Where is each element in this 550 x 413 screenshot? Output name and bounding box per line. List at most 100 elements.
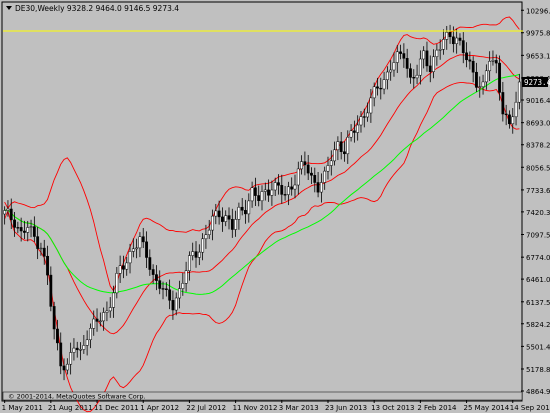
candle-body	[151, 269, 155, 275]
candle-body	[9, 208, 13, 221]
candle-body	[372, 86, 376, 99]
candle-body	[125, 262, 129, 270]
candle-body	[234, 219, 238, 230]
y-tick-label: 7420.3	[526, 209, 550, 217]
candle-body	[290, 186, 294, 190]
candle-body	[95, 318, 99, 322]
copyright-text: © 2001-2014, MetaQuotes Software Corp.	[8, 393, 146, 401]
candle-body	[164, 288, 168, 290]
candle-body	[428, 65, 432, 72]
candle-body	[59, 342, 63, 367]
candle-body	[145, 241, 148, 258]
candle-body	[158, 280, 162, 289]
candle-body	[26, 227, 30, 233]
candle-body	[257, 195, 261, 201]
candle-body	[260, 191, 264, 202]
candle-body	[247, 200, 251, 215]
candle-body	[98, 320, 102, 322]
candle-body	[448, 31, 452, 38]
candle-body	[36, 236, 40, 249]
x-tick-label: 1 May 2011	[2, 404, 43, 412]
price-chart[interactable]: 10296.59975.89653.19330.49016.48693.0837…	[0, 0, 550, 413]
candle-body	[65, 363, 69, 371]
x-tick-label: 13 Oct 2013	[371, 404, 414, 412]
y-tick-label: 6137.5	[526, 299, 550, 307]
candle-body	[465, 52, 468, 61]
candle-body	[435, 49, 439, 57]
candle-body	[230, 219, 234, 230]
candle-body	[455, 37, 459, 44]
candle-body	[389, 69, 393, 73]
candle-body	[501, 92, 505, 115]
candle-body	[280, 185, 284, 195]
candle-body	[42, 247, 46, 257]
candle-body	[188, 255, 191, 271]
y-tick-label: 5501.4	[526, 343, 550, 351]
x-tick-label: 23 Jun 2013	[325, 404, 367, 412]
x-tick-label: 11 Nov 2012	[233, 404, 278, 412]
candle-body	[306, 164, 310, 174]
candle-body	[458, 37, 462, 41]
candle-body	[217, 210, 221, 218]
candle-body	[399, 51, 402, 54]
candle-body	[62, 365, 66, 371]
candle-body	[174, 297, 178, 311]
candle-body	[211, 215, 214, 231]
copyright-bar: © 2001-2014, MetaQuotes Software Corp.	[2, 391, 523, 401]
y-tick-label: 7097.5	[526, 231, 550, 239]
candle-body	[29, 226, 33, 228]
candle-body	[19, 227, 23, 232]
candle-body	[181, 283, 185, 289]
candle-body	[148, 257, 152, 270]
candle-body	[131, 248, 135, 252]
candle-body	[475, 71, 478, 88]
candle-body	[194, 251, 198, 258]
candle-body	[333, 149, 336, 162]
x-tick-label: 21 Aug 2011	[48, 404, 93, 412]
candle-body	[395, 51, 399, 63]
candle-body	[316, 182, 320, 193]
x-tick-label: 3 Mar 2013	[279, 404, 319, 412]
candle-body	[343, 151, 346, 155]
y-tick-label: 9975.8	[526, 30, 550, 38]
candle-body	[39, 247, 43, 250]
candle-body	[115, 273, 119, 294]
candle-body	[286, 186, 290, 195]
candle-body	[141, 236, 145, 243]
candle-body	[362, 116, 366, 118]
price-label: 9273.4	[522, 76, 550, 87]
y-tick-label: 6774.0	[526, 254, 550, 262]
candle-body	[79, 349, 82, 351]
candle-body	[442, 39, 445, 50]
candle-body	[425, 50, 429, 67]
candle-body	[438, 49, 442, 51]
candle-body	[221, 216, 224, 222]
candle-body	[75, 347, 79, 351]
candle-body	[244, 210, 247, 215]
candle-body	[339, 141, 343, 152]
candle-body	[484, 70, 488, 83]
candle-body	[445, 31, 449, 40]
y-tick-label: 8056.5	[526, 164, 550, 172]
y-tick-label: 7733.6	[526, 187, 550, 195]
x-tick-label: 11 Dec 2011	[94, 404, 139, 412]
candle-body	[56, 328, 59, 344]
candle-body	[224, 215, 228, 222]
candle-body	[227, 215, 231, 220]
x-tick-label: 14 Sep 2014	[510, 404, 550, 412]
candle-body	[481, 81, 485, 88]
symbol-line: DE30,Weekly 9328.2 9464.0 9146.5 9273.4	[15, 4, 179, 13]
candle-body	[418, 58, 422, 76]
candle-body	[461, 40, 465, 54]
candle-body	[201, 238, 205, 253]
y-tick-label: 4864.9	[526, 388, 550, 396]
candle-body	[402, 53, 406, 59]
candle-body	[356, 124, 360, 133]
candle-body	[514, 101, 518, 118]
candle-body	[184, 270, 188, 284]
y-tick-label: 9653.1	[526, 52, 550, 60]
candle-body	[273, 182, 277, 191]
candle-body	[300, 161, 303, 170]
candle-body	[359, 116, 363, 126]
candle-body	[471, 60, 475, 73]
